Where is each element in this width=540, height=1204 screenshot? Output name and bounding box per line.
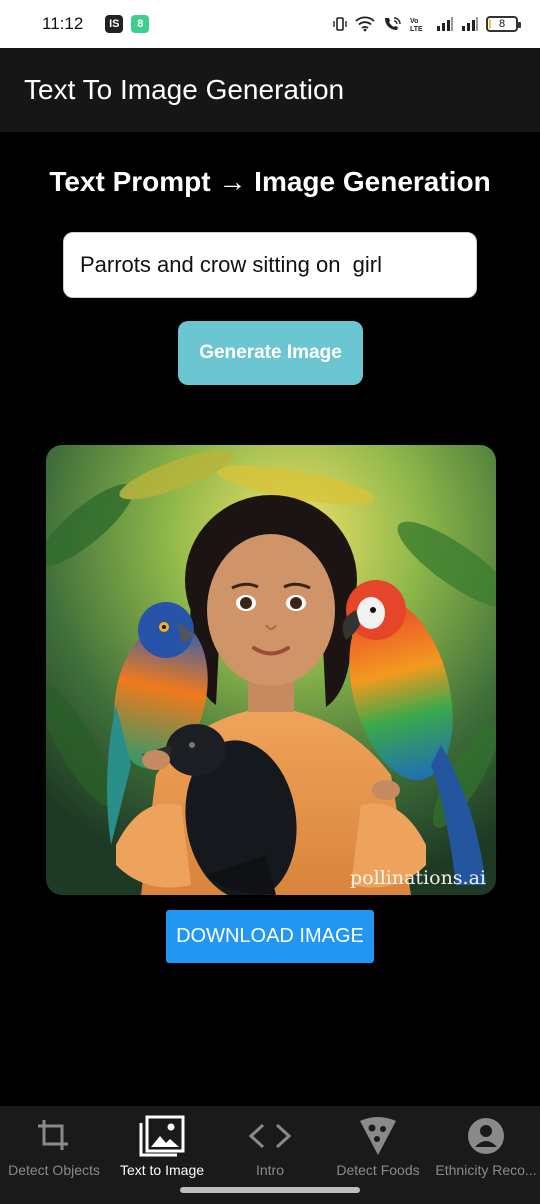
- download-image-button[interactable]: DOWNLOAD IMAGE: [166, 910, 374, 963]
- code-icon: [247, 1116, 293, 1156]
- app-notification-icon: 8: [131, 15, 150, 33]
- section-title: Text Prompt → Image Generation: [49, 166, 491, 197]
- nav-item-intro[interactable]: Intro: [216, 1106, 324, 1182]
- app-title: Text To Image Generation: [24, 74, 345, 105]
- nav-label: Intro: [255, 1162, 284, 1178]
- nav-label: Detect Foods: [336, 1162, 420, 1178]
- nav-label: Text to Image: [119, 1162, 205, 1178]
- gesture-area: [0, 1182, 540, 1204]
- battery-icon: 8: [486, 16, 521, 32]
- crop-icon: [34, 1116, 74, 1156]
- signal-2-icon: [462, 17, 478, 31]
- pizza-icon: [358, 1116, 398, 1156]
- battery-fill: [489, 19, 492, 29]
- status-time: 11:12: [42, 14, 84, 33]
- nav-label: Ethnicity Reco...: [435, 1162, 537, 1178]
- status-bar: 11:12 IS 8 Vo LTE 8: [0, 0, 540, 48]
- nav-item-detect-objects[interactable]: Detect Objects: [0, 1106, 108, 1182]
- nav-item-text-to-image[interactable]: Text to Image: [108, 1106, 216, 1182]
- volte-icon: VoLTE: [410, 18, 423, 32]
- generate-image-button[interactable]: Generate Image: [178, 321, 363, 385]
- bottom-nav: Detect Objects Text to Image Intro Detec…: [0, 1106, 540, 1182]
- generated-image: pollinations.ai: [46, 445, 496, 895]
- image-icon: [139, 1115, 185, 1157]
- home-indicator[interactable]: [180, 1187, 360, 1193]
- app-bar: Text To Image Generation: [0, 48, 540, 132]
- svg-text:Vo: Vo: [410, 18, 418, 25]
- wifi-icon: [355, 16, 375, 32]
- account-icon: [466, 1116, 506, 1156]
- notification-icon: IS: [105, 15, 124, 33]
- vibrate-icon: [333, 17, 347, 31]
- signal-icon: [437, 17, 453, 31]
- status-icons: Vo LTE 8: [332, 16, 521, 32]
- prompt-input[interactable]: [63, 232, 477, 298]
- svg-text:LTE: LTE: [410, 26, 423, 32]
- watermark: pollinations.ai: [350, 867, 486, 889]
- battery-level: 8: [498, 18, 506, 30]
- nav-item-ethnicity-recognition[interactable]: Ethnicity Reco...: [432, 1106, 540, 1182]
- wifi-calling-icon: [385, 17, 401, 30]
- nav-item-detect-foods[interactable]: Detect Foods: [324, 1106, 432, 1182]
- nav-label: Detect Objects: [8, 1162, 100, 1178]
- generated-image-illustration: [46, 445, 496, 895]
